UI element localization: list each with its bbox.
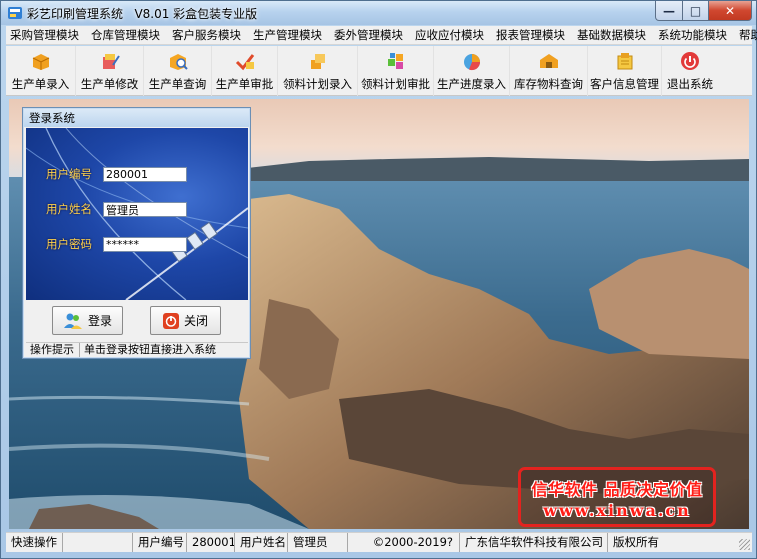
- menu-warehouse[interactable]: 仓库管理模块: [85, 26, 166, 45]
- password-input[interactable]: [103, 237, 187, 252]
- edit-box-icon: [102, 54, 120, 69]
- close-button-label: 关闭: [183, 314, 208, 328]
- app-icon: [8, 7, 22, 19]
- toolbar-production-progress-entry-button[interactable]: 生产进度录入: [434, 46, 510, 96]
- menu-outsourcing[interactable]: 委外管理模块: [328, 26, 409, 45]
- menu-production[interactable]: 生产管理模块: [247, 26, 328, 45]
- status-copyright: ©2000-2019?: [348, 533, 460, 552]
- promo-slogan: 信华软件 品质决定价值: [531, 480, 703, 499]
- status-user-id-label: 用户编号: [133, 533, 187, 552]
- user-name-input[interactable]: [103, 202, 187, 217]
- material-approve-icon: [387, 53, 403, 69]
- search-box-icon: [169, 54, 188, 70]
- toolbar-production-order-approve-button[interactable]: 生产单审批: [212, 46, 278, 96]
- menu-system[interactable]: 系统功能模块: [652, 26, 733, 45]
- status-user-name-label: 用户姓名: [235, 533, 288, 552]
- material-plan-icon: [310, 54, 325, 69]
- box-icon: [32, 54, 49, 70]
- login-button[interactable]: 登录: [52, 306, 123, 335]
- minimize-button[interactable]: —: [655, 1, 683, 21]
- menu-base-data[interactable]: 基础数据模块: [571, 26, 652, 45]
- login-dialog-title: 登录系统: [24, 109, 249, 127]
- menu-customer-service[interactable]: 客户服务模块: [166, 26, 247, 45]
- toolbar-production-order-edit-button[interactable]: 生产单修改: [76, 46, 144, 96]
- status-bar: 快速操作 用户编号 280001 用户姓名 管理员 ©2000-2019? 广东…: [6, 532, 752, 552]
- menu-reports[interactable]: 报表管理模块: [490, 26, 571, 45]
- app-window: 彩艺印刷管理系统 V8.01 彩盒包装专业版 — □ ✕ 采购管理模块 仓库管理…: [0, 0, 757, 559]
- status-rights: 版权所有: [613, 535, 659, 549]
- inventory-icon: [539, 54, 558, 68]
- hint-text: 单击登录按钮直接进入系统: [84, 343, 216, 356]
- login-dialog: 登录系统 用户编号 用户姓名 用户密码 登录 关闭: [22, 107, 251, 359]
- user-id-input[interactable]: [103, 167, 187, 182]
- login-banner: 用户编号 用户姓名 用户密码: [26, 128, 248, 300]
- user-id-label: 用户编号: [46, 167, 92, 181]
- toolbar-production-order-query-button[interactable]: 生产单查询: [144, 46, 212, 96]
- menu-help[interactable]: 帮助: [733, 26, 757, 45]
- title-bar[interactable]: 彩艺印刷管理系统 V8.01 彩盒包装专业版 — □ ✕: [1, 1, 756, 25]
- customer-icon: [617, 53, 632, 70]
- window-title: 彩艺印刷管理系统 V8.01 彩盒包装专业版: [27, 7, 258, 21]
- status-user-name: 管理员: [288, 533, 348, 552]
- user-name-label: 用户姓名: [46, 202, 92, 216]
- power-icon: [162, 312, 179, 329]
- status-company: 广东信华软件科技有限公司: [460, 533, 608, 552]
- toolbar-material-plan-entry-button[interactable]: 领料计划录入: [278, 46, 358, 96]
- menu-purchase[interactable]: 采购管理模块: [6, 26, 85, 45]
- promo-banner: 信华软件 品质决定价值 www.xinwa.cn: [518, 467, 716, 527]
- close-button[interactable]: 关闭: [150, 306, 221, 335]
- password-label: 用户密码: [46, 237, 92, 251]
- hint-label: 操作提示: [26, 343, 80, 357]
- menu-bar: 采购管理模块 仓库管理模块 客户服务模块 生产管理模块 委外管理模块 应收应付模…: [6, 26, 757, 45]
- login-hint-bar: 操作提示 单击登录按钮直接进入系统: [26, 342, 248, 357]
- resize-grip[interactable]: [739, 539, 750, 550]
- progress-icon: [463, 54, 480, 71]
- toolbar-inventory-query-button[interactable]: 库存物料查询: [510, 46, 588, 96]
- toolbar: 生产单录入 生产单修改 生产单查询 生产单审批 领料计划录入 领料计划审批 生产…: [6, 46, 752, 96]
- status-quick-op: 快速操作: [6, 533, 63, 552]
- status-user-id: 280001: [187, 533, 235, 552]
- login-button-label: 登录: [87, 314, 112, 328]
- menu-receivable-payable[interactable]: 应收应付模块: [409, 26, 490, 45]
- status-spacer: [63, 533, 133, 552]
- users-icon: [63, 313, 82, 329]
- maximize-button[interactable]: □: [682, 1, 709, 21]
- toolbar-production-order-entry-button[interactable]: 生产单录入: [6, 46, 76, 96]
- close-window-button[interactable]: ✕: [708, 1, 752, 21]
- toolbar-customer-management-button[interactable]: 客户信息管理: [588, 46, 662, 96]
- toolbar-material-plan-approve-button[interactable]: 领料计划审批: [358, 46, 434, 96]
- exit-icon: [681, 52, 699, 70]
- promo-website: www.xinwa.cn: [543, 501, 691, 520]
- toolbar-exit-button[interactable]: 退出系统: [662, 46, 718, 96]
- approve-icon: [235, 54, 254, 71]
